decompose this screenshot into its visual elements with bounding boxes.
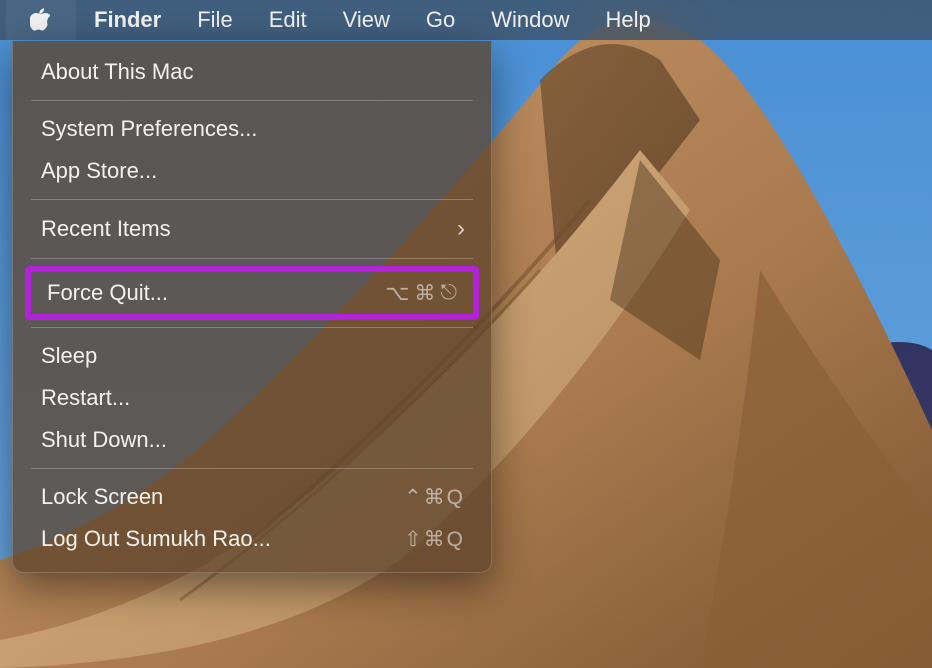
menubar-item-file[interactable]: File: [179, 0, 250, 40]
menubar-item-view[interactable]: View: [325, 0, 408, 40]
menu-item-label: Shut Down...: [41, 427, 167, 453]
menu-item-force-quit[interactable]: Force Quit... ⌥ ⌘ ⎋: [31, 272, 473, 314]
menu-item-label: Force Quit...: [47, 280, 168, 306]
menu-item-label: App Store...: [41, 158, 157, 184]
apple-menu-dropdown: About This Mac System Preferences... App…: [12, 41, 492, 573]
menu-separator: [31, 258, 473, 259]
menu-item-app-store[interactable]: App Store...: [13, 150, 491, 192]
menubar-item-edit[interactable]: Edit: [251, 0, 325, 40]
menu-item-sleep[interactable]: Sleep: [13, 335, 491, 377]
menu-item-label: Restart...: [41, 385, 130, 411]
menu-item-label: Lock Screen: [41, 484, 163, 510]
chevron-right-icon: ›: [457, 215, 465, 243]
menu-item-restart[interactable]: Restart...: [13, 377, 491, 419]
command-key-icon: ⌘: [414, 281, 437, 306]
menu-item-about-this-mac[interactable]: About This Mac: [13, 51, 491, 93]
menu-separator: [31, 100, 473, 101]
keyboard-shortcut: ⌥ ⌘ ⎋: [385, 281, 459, 306]
menu-item-label: Sleep: [41, 343, 97, 369]
menu-item-log-out[interactable]: Log Out Sumukh Rao... ⇧⌘Q: [13, 518, 491, 560]
menu-item-label: System Preferences...: [41, 116, 257, 142]
menubar: Finder File Edit View Go Window Help: [0, 0, 932, 40]
menubar-item-window[interactable]: Window: [473, 0, 587, 40]
annotation-highlight: Force Quit... ⌥ ⌘ ⎋: [25, 266, 479, 320]
menu-separator: [31, 327, 473, 328]
menu-item-recent-items[interactable]: Recent Items ›: [13, 207, 491, 251]
apple-menu-button[interactable]: [6, 0, 76, 40]
menubar-item-go[interactable]: Go: [408, 0, 473, 40]
menu-separator: [31, 199, 473, 200]
menu-item-shut-down[interactable]: Shut Down...: [13, 419, 491, 461]
menubar-item-help[interactable]: Help: [588, 0, 669, 40]
keyboard-shortcut: ⌃⌘Q: [404, 485, 465, 510]
escape-key-icon: ⎋: [440, 281, 459, 305]
apple-logo-icon: [30, 8, 50, 32]
menu-item-label: Recent Items: [41, 216, 171, 242]
menubar-item-finder[interactable]: Finder: [76, 0, 179, 40]
menu-item-lock-screen[interactable]: Lock Screen ⌃⌘Q: [13, 476, 491, 518]
menu-separator: [31, 468, 473, 469]
menu-item-system-preferences[interactable]: System Preferences...: [13, 108, 491, 150]
option-key-icon: ⌥: [385, 281, 411, 306]
menu-item-label: About This Mac: [41, 59, 193, 85]
keyboard-shortcut: ⇧⌘Q: [404, 527, 465, 552]
menu-item-label: Log Out Sumukh Rao...: [41, 526, 271, 552]
